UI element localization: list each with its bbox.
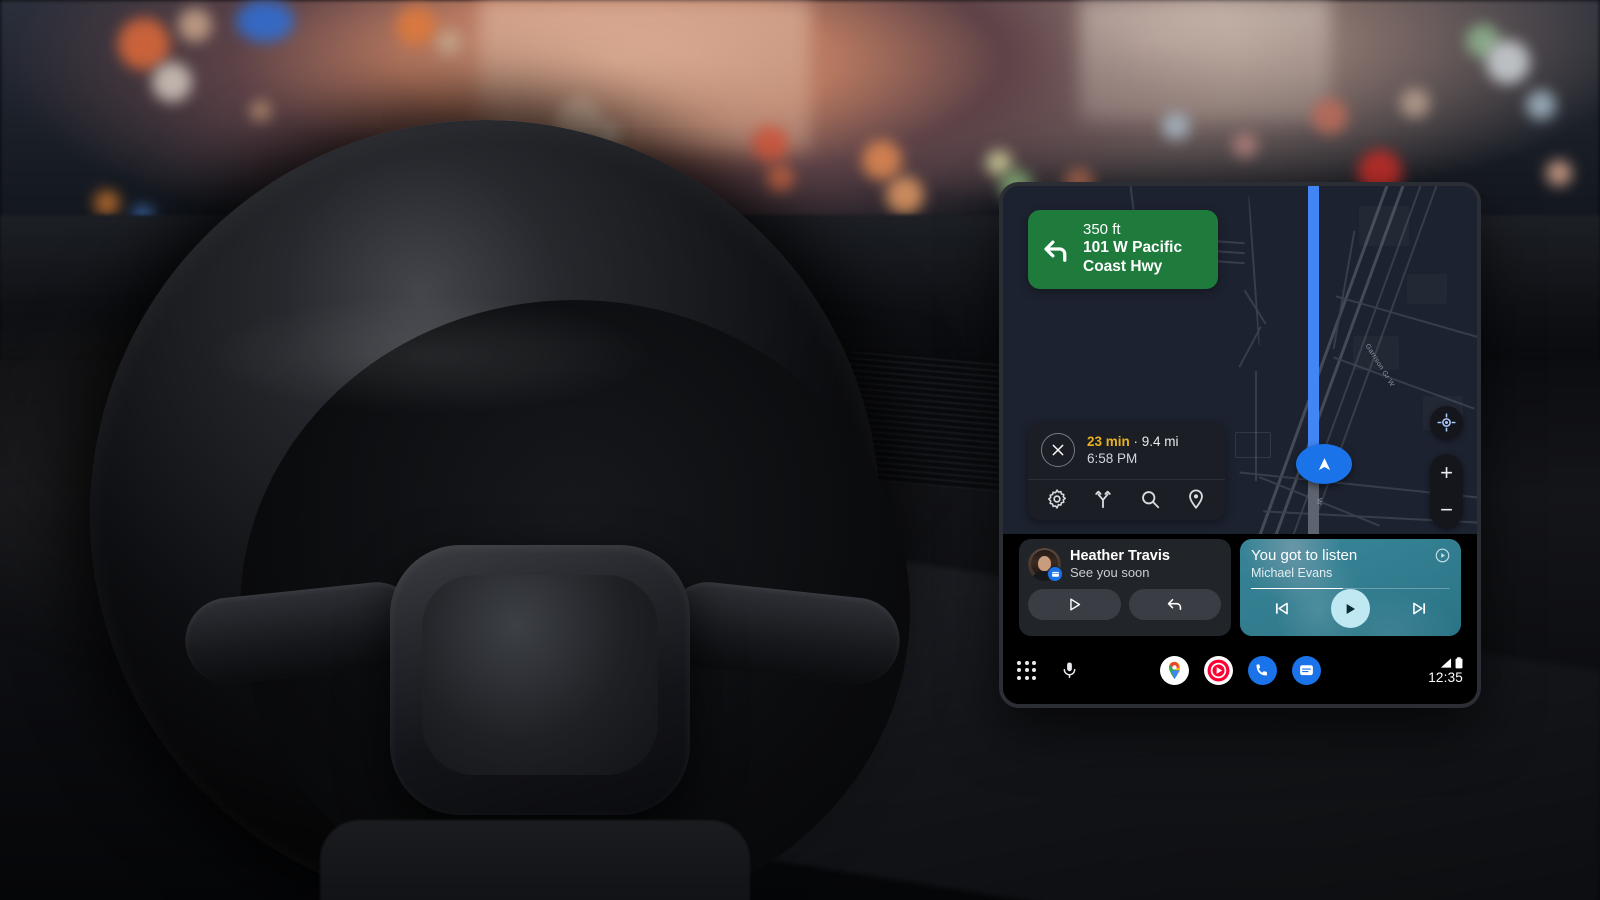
media-content: You got to listen Michael Evans	[1251, 547, 1450, 630]
recenter-icon	[1437, 413, 1456, 432]
bokeh-light	[1312, 98, 1348, 134]
navigation-arrow-icon	[1318, 457, 1330, 470]
turn-left-arrow-icon	[1044, 240, 1067, 262]
battery-icon	[1455, 656, 1463, 669]
bokeh-light	[178, 8, 212, 42]
route-alternatives-icon[interactable]	[1092, 488, 1114, 510]
media-controls	[1251, 589, 1450, 630]
media-artist-name: Michael Evans	[1251, 566, 1333, 580]
play-icon	[1347, 603, 1356, 614]
message-sender-name: Heather Travis	[1070, 548, 1170, 564]
cockpit-scene: 150 250 Charging 87% 43 psi 42 psi 43 ps…	[0, 0, 1600, 900]
next-track-button[interactable]	[1409, 598, 1431, 620]
phone-handset-icon	[1256, 664, 1267, 676]
cellular-signal-icon	[1440, 658, 1452, 668]
maneuver-street-line-2: Coast Hwy	[1083, 258, 1163, 276]
steering-wheel	[90, 120, 910, 900]
avatar	[1028, 548, 1063, 583]
message-actions	[1028, 588, 1221, 620]
trip-eta-row: 23 min · 9.4 mi	[1087, 433, 1179, 451]
phone-app-icon[interactable]	[1247, 655, 1277, 685]
play-icon	[1070, 598, 1080, 611]
road-label: W	[1314, 498, 1322, 505]
bokeh-light	[862, 140, 902, 180]
android-auto-display: Garrison Gr W Garrison W 350 ft 101 W Pa…	[1003, 186, 1477, 704]
taskbar: 12:35	[1003, 642, 1477, 698]
bokeh-light	[152, 62, 192, 102]
trip-distance: 9.4 mi	[1141, 433, 1179, 449]
background-building	[1080, 0, 1330, 120]
bokeh-light	[1162, 112, 1190, 140]
bokeh-light	[1526, 90, 1556, 120]
taskbar-clock: 12:35	[1428, 669, 1463, 685]
bokeh-light	[250, 100, 272, 122]
cards-row: Heather Travis See you soon You got to l…	[1003, 534, 1477, 642]
steering-wheel-hub	[390, 545, 690, 815]
maneuver-distance: 350 ft	[1083, 221, 1121, 238]
current-location-puck	[1296, 444, 1352, 484]
skip-previous-icon	[1275, 602, 1288, 615]
bokeh-light	[436, 30, 462, 56]
maneuver-street-line-1: 101 W Pacific	[1083, 239, 1183, 257]
skip-next-icon	[1413, 602, 1426, 615]
status-icons	[1439, 656, 1463, 669]
trip-tools-row	[1028, 479, 1225, 520]
reply-arrow-icon	[1168, 598, 1182, 610]
play-message-button[interactable]	[1028, 588, 1121, 620]
bokeh-light	[1546, 160, 1572, 186]
trip-info-card: 23 min · 9.4 mi 6:58 PM	[1028, 421, 1225, 520]
messages-icon	[1047, 566, 1063, 583]
place-pin-icon[interactable]	[1185, 488, 1207, 510]
route-path	[1308, 186, 1319, 474]
reply-message-button[interactable]	[1128, 588, 1221, 620]
search-icon[interactable]	[1139, 488, 1161, 510]
taskbar-left	[1017, 659, 1079, 681]
apps-grid-icon[interactable]	[1017, 660, 1036, 680]
maps-app-icon[interactable]	[1159, 655, 1189, 685]
bokeh-light	[94, 190, 120, 216]
media-track-title: You got to listen	[1251, 547, 1358, 564]
bokeh-light	[1400, 88, 1430, 118]
message-text: Heather Travis See you soon	[1070, 548, 1170, 582]
play-button[interactable]	[1330, 589, 1370, 628]
message-bubble-icon	[1299, 664, 1313, 675]
maneuver-text: 350 ft 101 W Pacific Coast Hwy	[1083, 221, 1182, 277]
bokeh-light	[886, 176, 924, 214]
trip-metadata: 23 min · 9.4 mi 6:58 PM	[1087, 433, 1179, 468]
close-icon	[1052, 445, 1064, 456]
steering-column	[320, 820, 750, 900]
youtube-music-logo-icon	[1207, 659, 1229, 681]
trip-duration: 23 min	[1087, 433, 1130, 449]
end-navigation-button[interactable]	[1041, 433, 1075, 468]
previous-track-button[interactable]	[1270, 598, 1292, 620]
trip-summary: 23 min · 9.4 mi 6:58 PM	[1028, 422, 1225, 479]
youtube-music-icon	[1435, 548, 1450, 563]
bokeh-light	[766, 164, 794, 192]
google-maps-pin-icon	[1168, 661, 1180, 679]
map-pane[interactable]: Garrison Gr W Garrison W 350 ft 101 W Pa…	[1003, 186, 1477, 534]
trip-separator: ·	[1129, 433, 1142, 449]
message-preview-text: See you soon	[1070, 565, 1150, 581]
navigation-maneuver-banner[interactable]: 350 ft 101 W Pacific Coast Hwy	[1028, 210, 1218, 290]
media-player-card[interactable]: You got to listen Michael Evans	[1240, 539, 1461, 636]
youtube-music-app-icon[interactable]	[1203, 655, 1233, 685]
messages-app-icon[interactable]	[1291, 655, 1321, 685]
microphone-icon[interactable]	[1060, 659, 1079, 681]
bokeh-light	[1232, 132, 1258, 158]
bokeh-light	[118, 18, 170, 70]
zoom-out-button[interactable]: −	[1430, 491, 1463, 528]
message-notification-card[interactable]: Heather Travis See you soon	[1019, 539, 1231, 636]
zoom-in-button[interactable]: +	[1430, 454, 1463, 491]
bokeh-light	[236, 0, 294, 42]
bokeh-light	[752, 126, 788, 162]
bokeh-light	[1486, 40, 1530, 84]
bokeh-light	[396, 6, 436, 46]
steering-wheel-highlight	[195, 295, 665, 415]
recenter-map-button[interactable]	[1430, 406, 1463, 439]
message-header: Heather Travis See you soon	[1028, 548, 1221, 583]
trip-arrival-time: 6:58 PM	[1087, 451, 1138, 467]
settings-icon[interactable]	[1046, 488, 1068, 510]
taskbar-status: 12:35	[1428, 656, 1463, 685]
map-zoom-controls[interactable]: + −	[1430, 454, 1463, 528]
